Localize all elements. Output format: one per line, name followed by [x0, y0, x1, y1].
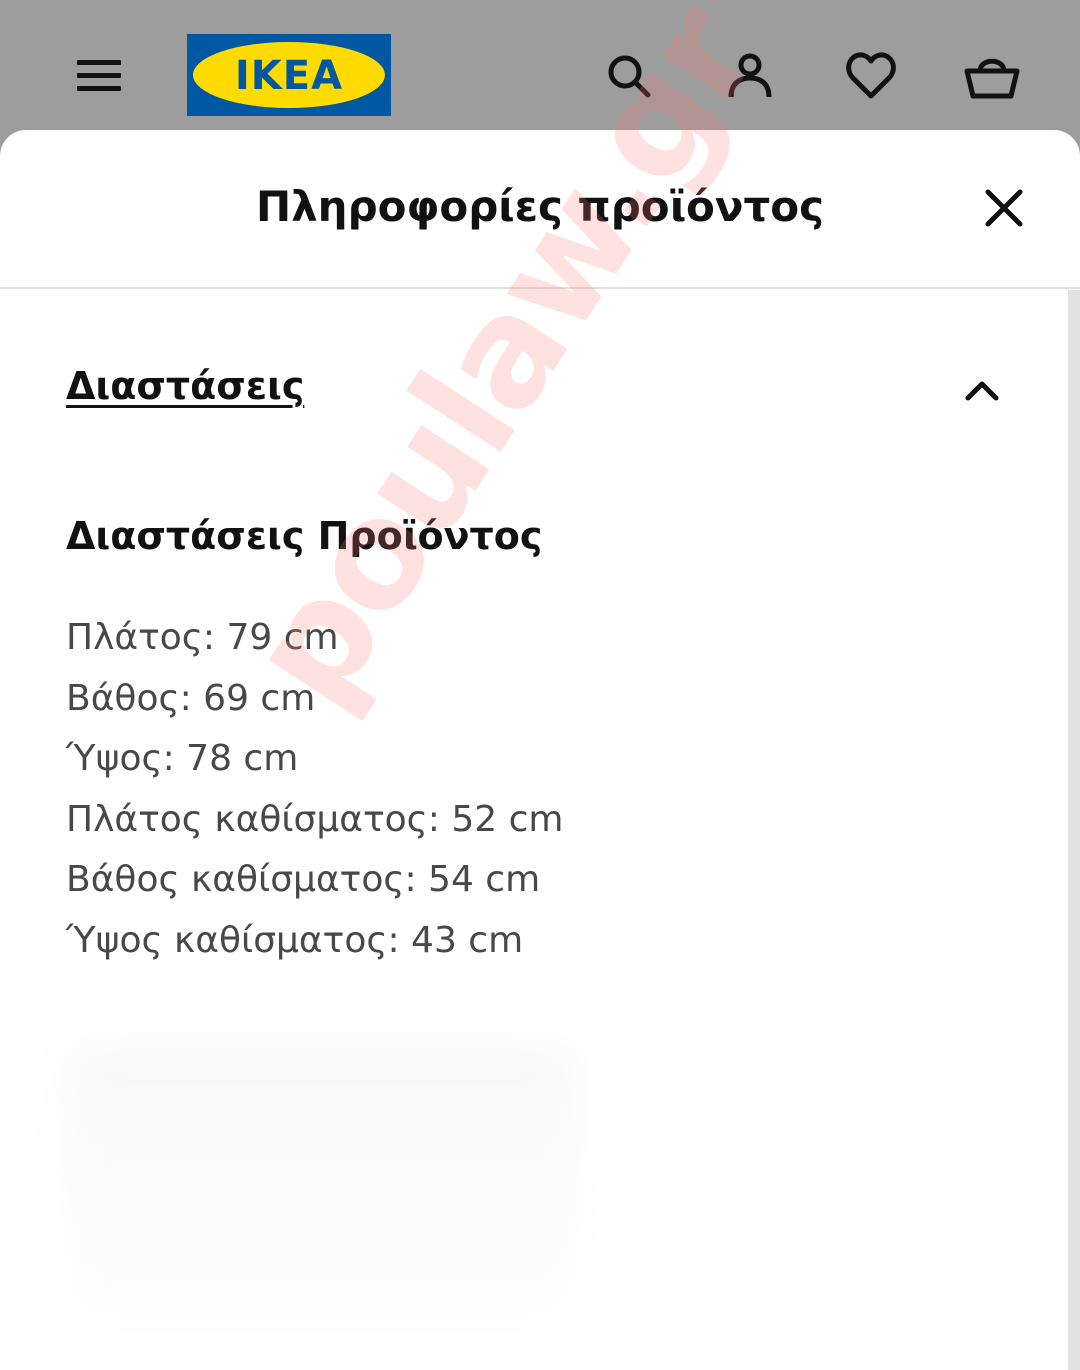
menu-icon[interactable]: [71, 48, 127, 104]
dimension-width: Πλάτος: 79 cm: [66, 617, 339, 658]
accordion-dimensions-title[interactable]: Διαστάσεις: [66, 364, 304, 408]
header-divider: [0, 287, 1080, 289]
logo-text: IKEA: [235, 53, 343, 99]
ikea-logo[interactable]: IKEA: [187, 34, 391, 116]
dimension-seat-depth: Βάθος καθίσματος: 54 cm: [66, 859, 541, 900]
dimensions-list: Πλάτος: 79 cm Βάθος: 69 cm Ύψος: 78 cm Π…: [66, 608, 564, 971]
blurred-content: [62, 1042, 582, 1342]
dimension-height: Ύψος: 78 cm: [66, 738, 299, 779]
account-icon[interactable]: [722, 48, 778, 104]
heart-icon[interactable]: [843, 48, 899, 104]
product-info-sheet: Πληροφορίες προϊόντος Διαστάσεις Διαστάσ…: [0, 130, 1080, 1370]
dimension-seat-height: Ύψος καθίσματος: 43 cm: [66, 919, 524, 961]
close-button[interactable]: [978, 182, 1030, 234]
scrollbar[interactable]: [1068, 290, 1080, 1370]
dimension-depth: Βάθος: 69 cm: [66, 677, 316, 719]
close-icon: [985, 189, 1023, 227]
sheet-title: Πληροφορίες προϊόντος: [255, 182, 825, 231]
dimension-seat-width: Πλάτος καθίσματος: 52 cm: [66, 798, 564, 840]
basket-icon[interactable]: [964, 48, 1020, 104]
search-icon[interactable]: [601, 48, 657, 104]
site-header: IKEA: [0, 0, 1080, 140]
product-dimensions-heading: Διαστάσεις Προϊόντος: [66, 514, 543, 558]
chevron-up-icon[interactable]: [958, 366, 1006, 414]
